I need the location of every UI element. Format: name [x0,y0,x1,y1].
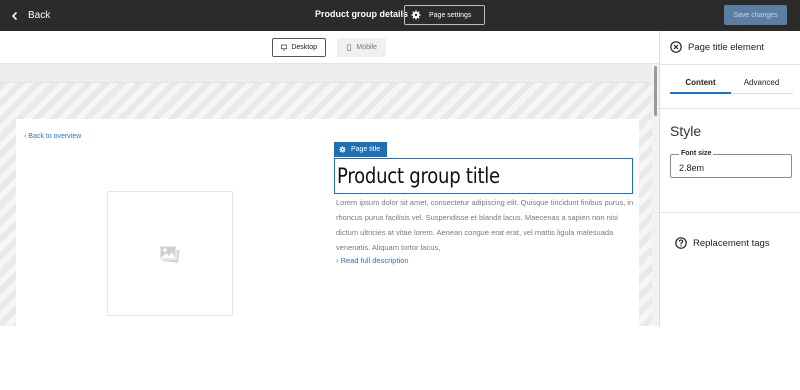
close-circle-icon[interactable] [670,41,682,53]
page-preview: ‹ Back to overview Page title Product gr… [16,119,639,390]
page-settings-label: Page settings [429,11,472,19]
chevron-left-icon [11,11,18,20]
product-title: Product group title [337,164,500,188]
preview-canvas: ‹ Back to overview Page title Product gr… [0,64,652,390]
back-button[interactable]: Back [10,7,50,24]
panel-header: Page title element [670,41,764,53]
monitor-icon [281,44,288,51]
active-tab-indicator [670,92,731,94]
back-label: Back [28,10,51,21]
gear-icon [411,10,421,20]
product-image-placeholder [107,191,233,316]
tab-advanced[interactable]: Advanced [731,78,792,87]
back-to-overview-link[interactable]: ‹ Back to overview [24,133,81,140]
page-title-element-tag[interactable]: Page title [334,142,387,157]
font-size-field: Font size [670,150,792,178]
read-full-description-link[interactable]: › Read full description [336,256,409,265]
desktop-view-button[interactable]: Desktop [272,38,326,57]
page-title-tag-label: Page title [351,146,381,153]
style-heading: Style [670,123,702,139]
desktop-label: Desktop [291,44,317,51]
save-changes-button[interactable]: Save changes [724,5,787,25]
element-settings-panel: Page title element Content Advanced Styl… [659,31,800,326]
canvas-strip [0,64,652,83]
panel-title: Page title element [688,41,765,53]
gear-icon [339,146,346,153]
help-circle-icon [675,237,687,249]
tab-baseline [731,93,793,94]
mobile-label: Mobile [356,44,377,51]
top-bar: Back Product group details Page settings… [0,0,800,31]
product-description: Lorem ipsum dolor sit amet, consectetur … [336,198,634,252]
phone-icon [347,44,352,51]
image-placeholder-icon [159,245,180,263]
canvas-scrollbar-thumb[interactable] [654,66,657,116]
page-title-element[interactable]: Product group title [334,158,633,194]
divider [660,108,800,109]
tab-content[interactable]: Content [670,78,731,87]
font-size-input[interactable] [671,155,791,177]
replacement-tags-label: Replacement tags [693,237,770,249]
mobile-view-button[interactable]: Mobile [337,38,386,57]
page-heading: Product group details [315,9,409,19]
divider [660,212,800,213]
replacement-tags-button[interactable]: Replacement tags [675,237,770,249]
divider [660,64,800,65]
page-settings-button[interactable]: Page settings [404,5,485,25]
device-toggle-bar: Desktop Mobile [0,31,659,64]
